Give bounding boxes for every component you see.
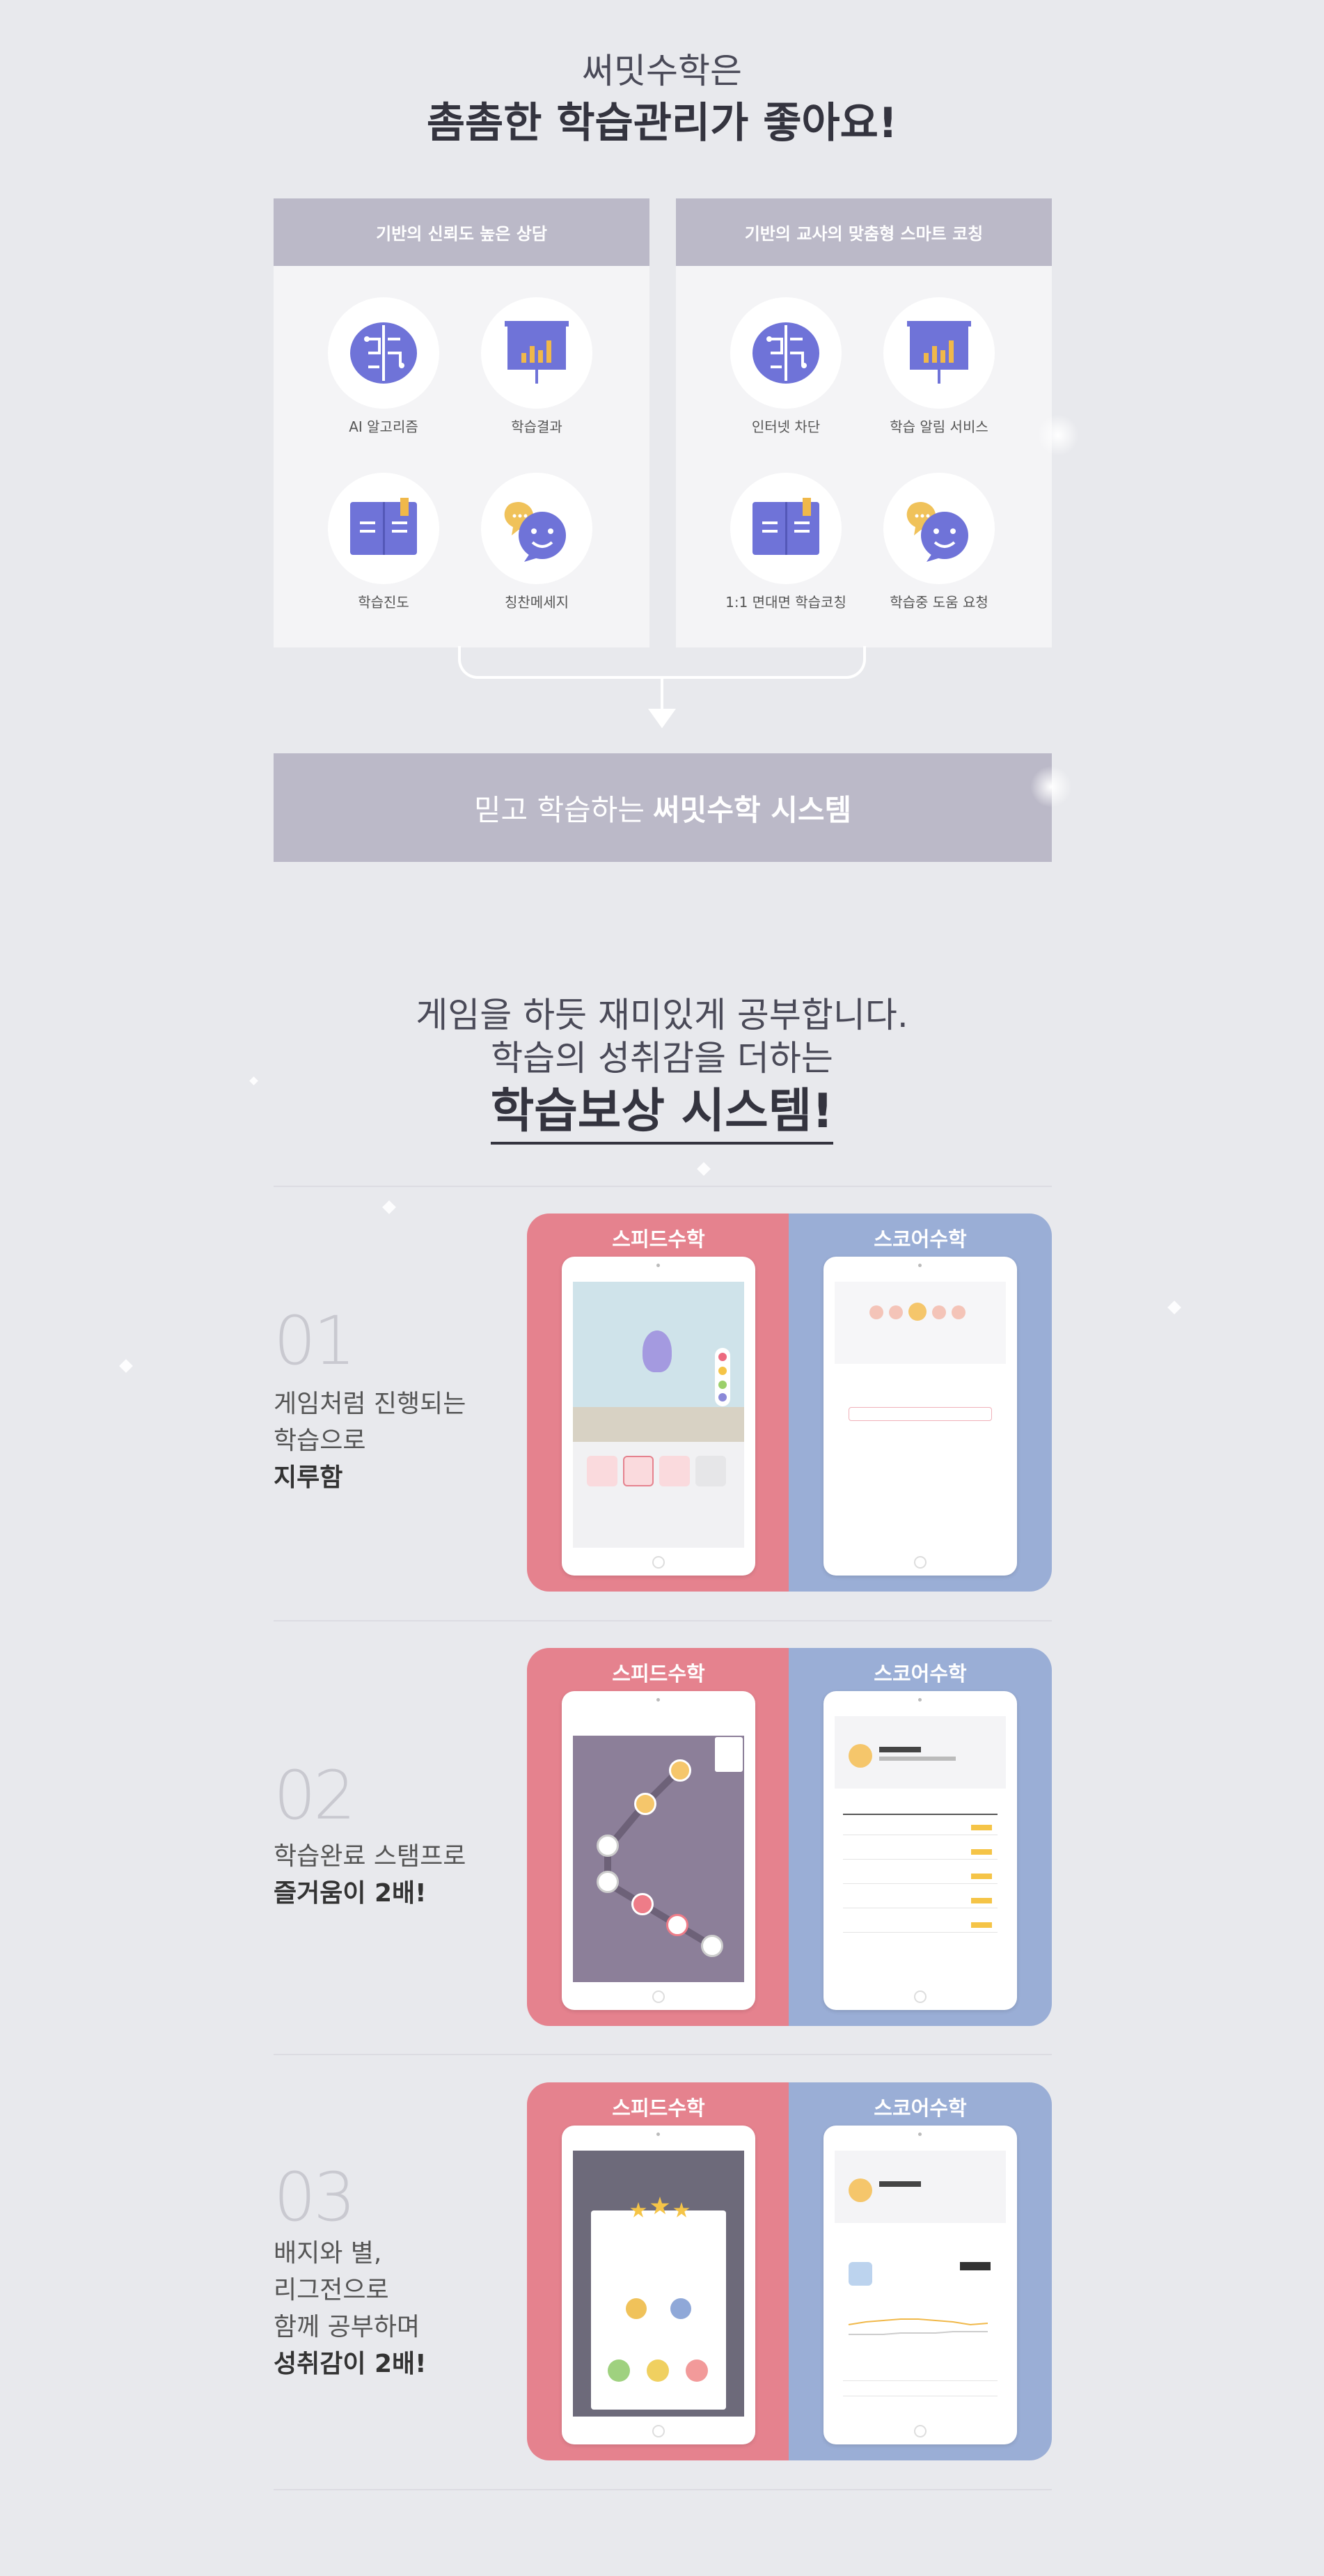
arrow-down-icon	[648, 709, 676, 728]
icon-label: 1:1 면대면 학습코칭	[725, 594, 846, 611]
feature-description: 배지와 별, 리그전으로 함께 공부하며 성취감이 2배!	[274, 2235, 427, 2382]
intro-headline: 촘촘한 학습관리가 좋아요!	[426, 99, 898, 148]
speed-math-card: 스피드수학	[527, 1214, 790, 1592]
feature-line: 리그전으로	[274, 2276, 389, 2304]
feature-line: 함께 공부하며	[274, 2313, 420, 2341]
score-math-card: 스코어수학	[789, 1648, 1052, 2026]
sparkle-decoration	[119, 1359, 133, 1373]
tablet-mockup	[823, 2126, 1017, 2444]
feature-number: 02	[274, 1757, 356, 1835]
feature-description: 게임처럼 진행되는 학습으로 지루함	[274, 1385, 466, 1496]
card-title: 스피드수학	[612, 1662, 705, 1686]
chart-board-icon	[883, 297, 995, 409]
icon-label: AI 알고리즘	[349, 418, 418, 435]
intro-line-1: 써밋수학은	[582, 51, 742, 91]
league-screen	[835, 2151, 1006, 2417]
chart-board-icon	[481, 297, 592, 409]
connector-stem	[661, 679, 663, 710]
stamp-map-screen	[573, 1716, 744, 1982]
banner-bold: 써밋수학 시스템	[653, 792, 852, 827]
reward-headline-text: 학습보상 시스템!	[490, 1084, 834, 1145]
profile-screen	[835, 1282, 1006, 1548]
card-title: 스코어수학	[874, 1227, 967, 1251]
divider	[274, 2054, 1052, 2055]
feature-line: 학습으로	[274, 1427, 366, 1455]
score-math-card: 스코어수학	[789, 2082, 1052, 2460]
tablet-mockup	[562, 1691, 755, 2010]
divider	[274, 2489, 1052, 2490]
reward-headline: 학습보상 시스템!	[0, 1072, 1324, 1145]
badge-screen	[573, 2151, 744, 2417]
icon-label: 학습결과	[511, 418, 562, 435]
feature-description: 학습완료 스탬프로 즐거움이 2배!	[274, 1838, 466, 1912]
tablet-mockup	[562, 1257, 755, 1576]
sparkle-decoration	[382, 1200, 396, 1214]
score-math-card: 스코어수학	[789, 1214, 1052, 1592]
game-screen	[573, 1282, 744, 1548]
feature-line: 배지와 별,	[274, 2239, 382, 2268]
card-title: 스피드수학	[612, 2096, 705, 2120]
card-title: 스코어수학	[874, 2096, 967, 2120]
chat-smile-icon	[481, 473, 592, 584]
icon-label: 학습 알림 서비스	[890, 418, 988, 435]
tablet-mockup	[562, 2126, 755, 2444]
glow-decoration	[1037, 414, 1079, 456]
panel-title: 기반의 교사의 맞춤형 스마트 코칭	[676, 198, 1052, 266]
icon-label: 학습진도	[358, 594, 409, 611]
tablet-mockup	[823, 1257, 1017, 1576]
feature-line: 게임처럼 진행되는	[274, 1390, 466, 1418]
feature-bold: 즐거움이 2배!	[274, 1879, 427, 1908]
record-screen	[835, 1716, 1006, 1982]
connector-bracket	[458, 646, 866, 679]
icon-label: 인터넷 차단	[751, 418, 821, 435]
feature-number: 01	[274, 1302, 356, 1380]
icon-label: 학습중 도움 요청	[890, 594, 988, 611]
speed-math-card: 스피드수학	[527, 1648, 790, 2026]
card-title: 스피드수학	[612, 1227, 705, 1251]
divider	[274, 1186, 1052, 1187]
feature-bold: 지루함	[274, 1463, 343, 1492]
panel-title: 기반의 신뢰도 높은 상담	[274, 198, 649, 266]
icon-label: 칭찬메세지	[505, 594, 569, 611]
book-icon	[730, 473, 842, 584]
system-banner: 믿고 학습하는 써밋수학 시스템	[274, 753, 1052, 862]
chat-smile-icon	[883, 473, 995, 584]
divider	[274, 1620, 1052, 1621]
tablet-mockup	[823, 1691, 1017, 2010]
brain-icon	[730, 297, 842, 409]
glow-decoration	[1030, 766, 1072, 808]
feature-line: 학습완료 스탬프로	[274, 1842, 466, 1871]
book-icon	[328, 473, 439, 584]
speed-math-card: 스피드수학	[527, 2082, 790, 2460]
sparkle-decoration	[1167, 1301, 1181, 1314]
banner-prefix: 믿고 학습하는	[473, 792, 645, 827]
feature-number: 03	[274, 2158, 356, 2236]
brain-icon	[328, 297, 439, 409]
feature-bold: 성취감이 2배!	[274, 2350, 427, 2378]
card-title: 스코어수학	[874, 1662, 967, 1686]
sparkle-decoration	[697, 1162, 711, 1176]
